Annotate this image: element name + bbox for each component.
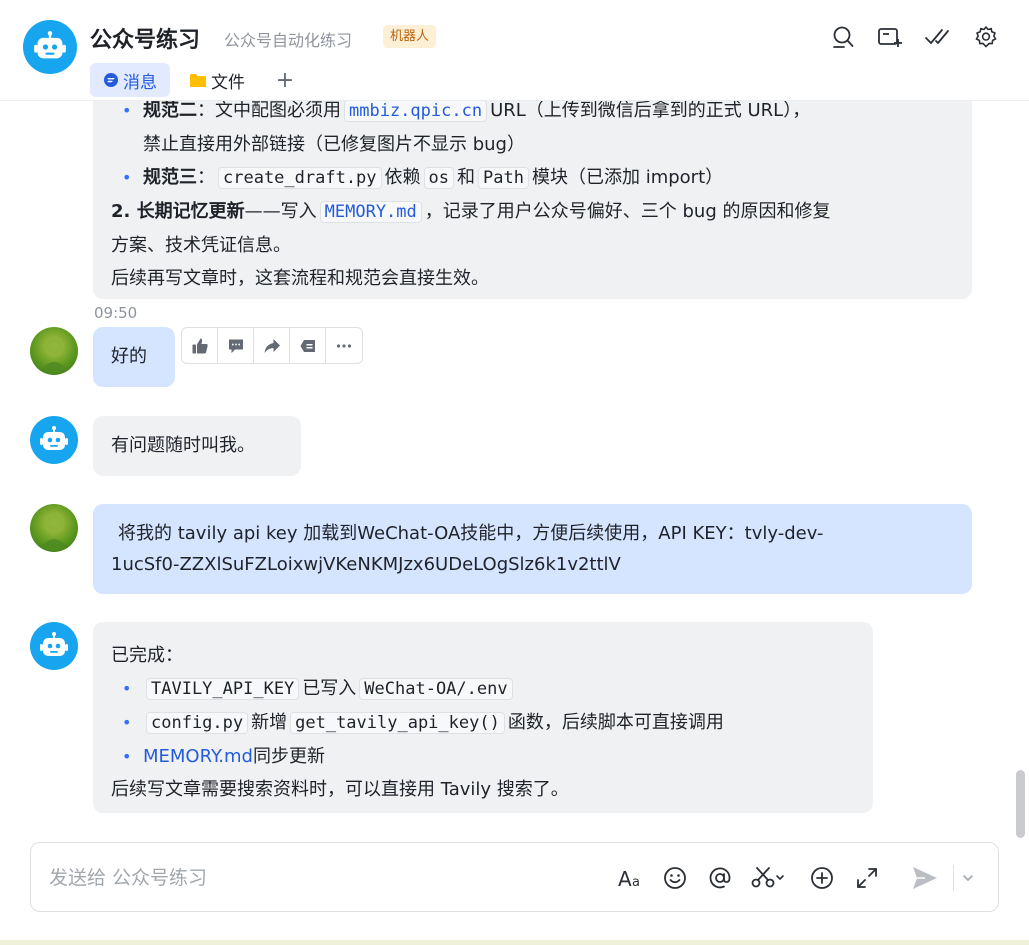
memory-md-link[interactable]: MEMORY.md	[143, 746, 253, 767]
code-config: config.py	[146, 712, 249, 734]
bot-message-anytime: 有问题随时叫我。	[93, 416, 301, 476]
message-composer: Aa	[30, 842, 999, 912]
comment-icon	[228, 339, 243, 353]
robot-icon	[34, 31, 66, 59]
bot-avatar[interactable]	[30, 622, 78, 670]
code-path: Path	[478, 167, 529, 189]
search-button[interactable]	[828, 22, 858, 52]
message-timestamp: 09:50	[94, 304, 138, 322]
chat-subtitle: 公众号自动化练习	[224, 31, 353, 50]
gear-icon	[975, 26, 997, 48]
search-icon	[833, 26, 854, 48]
bot-message-rules: 规范二：文中配图必须用mmbiz.qpic.cnURL（上传到微信后拿到的正式 …	[93, 70, 972, 299]
plus-circle-icon	[811, 867, 833, 889]
forward-icon	[264, 338, 280, 353]
done-intro: 已完成：	[111, 645, 183, 666]
rule-three-item: 规范三：create_draft.py依赖os和Path模块（已添加 impor…	[111, 161, 954, 195]
thumbs-up-button[interactable]	[182, 328, 218, 363]
quote-button[interactable]	[290, 328, 326, 363]
double-check-icon	[925, 29, 949, 44]
bot-badge: 机器人	[383, 25, 437, 48]
code-os: os	[423, 167, 455, 189]
emoji-icon	[664, 867, 686, 889]
scissors-icon	[751, 867, 784, 888]
code-get-key-fn: get_tavily_api_key()	[290, 712, 505, 734]
more-icon	[336, 343, 352, 348]
bot-avatar[interactable]	[30, 416, 78, 464]
forward-button[interactable]	[254, 328, 290, 363]
user-avatar[interactable]	[30, 327, 78, 375]
quote-icon	[300, 339, 315, 352]
tasks-button[interactable]	[922, 22, 952, 52]
send-divider	[953, 865, 954, 891]
message-bubble-icon	[104, 73, 118, 87]
thumbs-up-icon	[192, 338, 208, 353]
done-item-memory: MEMORY.md同步更新	[111, 740, 855, 773]
user-avatar[interactable]	[30, 504, 78, 552]
more-plus-button[interactable]	[806, 862, 838, 894]
reply-comment-button[interactable]	[218, 328, 254, 363]
code-tavily-key: TAVILY_API_KEY	[146, 678, 300, 700]
mention-button[interactable]	[704, 862, 736, 894]
code-create-draft: create_draft.py	[218, 167, 382, 189]
robot-icon	[40, 632, 68, 656]
chat-title: 公众号练习	[90, 28, 201, 53]
expand-button[interactable]	[851, 862, 883, 894]
user-avatar-image	[40, 515, 68, 548]
rule-two-item: 规范二：文中配图必须用mmbiz.qpic.cnURL（上传到微信后拿到的正式 …	[111, 94, 954, 161]
expand-icon	[857, 868, 877, 888]
message-input[interactable]	[49, 863, 609, 893]
chat-header: 公众号练习 公众号自动化练习 机器人 消息 文件 +	[0, 0, 1029, 101]
text-format-icon: Aa	[618, 867, 640, 890]
emoji-button[interactable]	[659, 862, 691, 894]
user-message-ok: 好的	[93, 327, 175, 387]
send-button[interactable]	[909, 862, 941, 894]
settings-button[interactable]	[971, 22, 1001, 52]
send-options-button[interactable]	[956, 862, 980, 894]
code-memory: MEMORY.md	[319, 201, 422, 223]
done-item-env: TAVILY_API_KEY已写入WeChat-OA/.env	[111, 672, 855, 706]
rule-two-label: 规范二	[143, 100, 197, 121]
closing-line: 后续再写文章时，这套流程和规范会直接生效。	[111, 268, 489, 289]
add-window-icon	[878, 28, 902, 47]
screenshot-button[interactable]	[749, 862, 789, 894]
user-message-api-key: 将我的 tavily api key 加载到WeChat-OA技能中，方便后续使…	[93, 504, 972, 594]
tab-files[interactable]: 文件	[186, 63, 245, 97]
add-tab-plus[interactable]: +	[274, 63, 296, 97]
more-actions-button[interactable]	[326, 328, 362, 363]
memory-update-line: 2. 长期记忆更新——写入 MEMORY.md ，记录了用户公众号偏好、三个 bug…	[111, 201, 831, 256]
at-mention-icon	[709, 867, 731, 889]
text-format-button[interactable]: Aa	[615, 862, 647, 894]
svg-text:a: a	[632, 875, 640, 890]
memory-update-label: 2. 长期记忆更新	[111, 201, 245, 222]
message-action-toolbar	[181, 327, 363, 364]
chat-avatar[interactable]	[23, 20, 77, 74]
tab-messages[interactable]: 消息	[90, 63, 170, 97]
folder-icon	[190, 73, 206, 87]
code-mmbiz: mmbiz.qpic.cn	[344, 100, 488, 122]
rule-three-label: 规范三	[143, 167, 197, 188]
bot-message-done: 已完成： TAVILY_API_KEY已写入WeChat-OA/.env con…	[93, 622, 873, 813]
code-env-path: WeChat-OA/.env	[359, 678, 513, 700]
chevron-down-icon	[963, 875, 973, 881]
window-bottom-edge	[0, 940, 1029, 945]
chat-scrollbar[interactable]	[1016, 770, 1025, 838]
done-closing: 后续写文章需要搜索资料时，可以直接用 Tavily 搜索了。	[111, 779, 569, 800]
robot-icon	[40, 426, 68, 450]
svg-text:A: A	[618, 867, 632, 890]
user-avatar-image	[40, 338, 68, 371]
add-tab-button[interactable]	[875, 22, 905, 52]
done-item-config: config.py新增get_tavily_api_key()函数，后续脚本可直…	[111, 706, 855, 740]
send-icon	[913, 867, 937, 889]
